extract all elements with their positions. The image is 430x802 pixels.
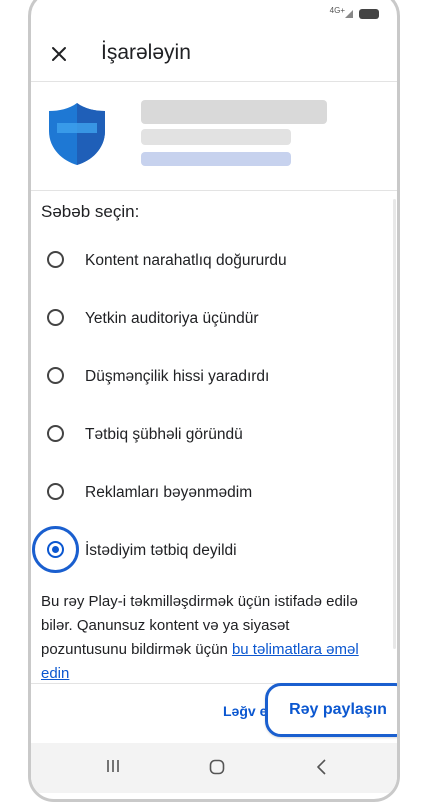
network-indicator: 4G+: [329, 6, 345, 15]
radio-button[interactable]: [47, 367, 64, 384]
reason-list[interactable]: Səbəb seçin: Kontent narahatlıq doğururd…: [31, 190, 397, 682]
dialog-header: İşarələyin: [31, 31, 397, 79]
option-label: Reklamları bəyənmədim: [85, 484, 253, 501]
scrollbar[interactable]: [393, 199, 396, 649]
app-shield-icon: [49, 103, 105, 165]
option-label: İstədiyim tətbiq deyildi: [85, 542, 237, 559]
disclaimer-text: Bu rəy Play-i təkmilləşdirmək üçün istif…: [41, 590, 377, 682]
option-label: Düşmənçilik hissi yaradırdı: [85, 368, 270, 385]
app-info-card: [31, 81, 397, 191]
radio-button[interactable]: [47, 425, 64, 442]
reason-option-4[interactable]: Tətbiq şübhəli göründü: [31, 414, 397, 460]
option-label: Kontent narahatlıq doğururdu: [85, 252, 287, 269]
share-feedback-button[interactable]: Rəy paylaşın: [265, 683, 397, 737]
reason-option-3[interactable]: Düşmənçilik hissi yaradırdı: [31, 356, 397, 402]
reason-option-6[interactable]: İstədiyim tətbiq deyildi: [31, 526, 397, 576]
reason-option-2[interactable]: Yetkin auditoriya üçündür: [31, 298, 397, 344]
radio-button-selected[interactable]: [47, 541, 64, 558]
app-developer-blurred: [141, 129, 291, 145]
radio-button[interactable]: [47, 309, 64, 326]
option-label: Yetkin auditoriya üçündür: [85, 310, 259, 327]
signal-icon: [345, 10, 353, 18]
navigation-bar: [31, 743, 397, 793]
app-name-blurred: [141, 100, 327, 124]
phone-frame: 4G+ İşarələyin Səbəb seçin: Kontent nara…: [28, 0, 400, 802]
radio-button[interactable]: [47, 483, 64, 500]
app-link-blurred: [141, 152, 291, 166]
dialog-footer: Ləğv e Rəy paylaşın: [31, 683, 397, 744]
back-icon[interactable]: [315, 759, 329, 775]
close-icon[interactable]: [48, 43, 70, 65]
page-title: İşarələyin: [101, 41, 191, 64]
status-bar: 4G+: [31, 0, 397, 27]
recent-apps-icon[interactable]: [105, 759, 121, 773]
radio-button[interactable]: [47, 251, 64, 268]
reason-option-5[interactable]: Reklamları bəyənmədim: [31, 472, 397, 518]
battery-icon: [359, 9, 379, 19]
option-label: Tətbiq şübhəli göründü: [85, 426, 243, 443]
home-icon[interactable]: [209, 759, 225, 775]
reason-prompt: Səbəb seçin:: [41, 202, 140, 221]
reason-option-1[interactable]: Kontent narahatlıq doğururdu: [31, 240, 397, 286]
cancel-button[interactable]: Ləğv e: [223, 703, 267, 719]
